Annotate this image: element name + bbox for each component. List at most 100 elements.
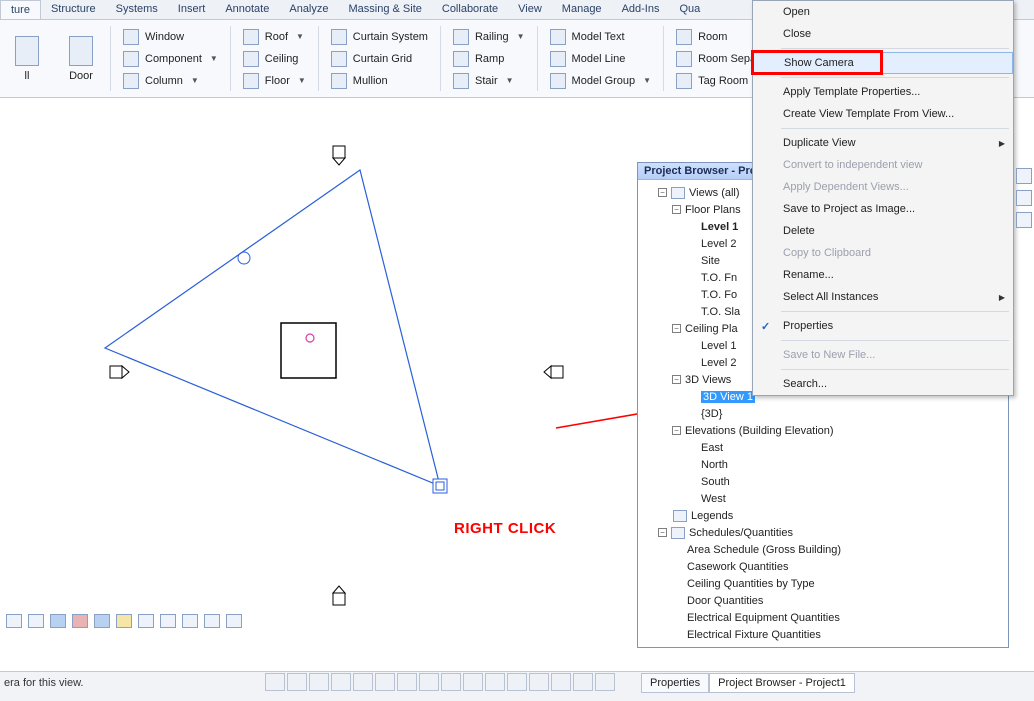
ribbon-icon [15,36,39,66]
tree-label: T.O. Fn [701,272,737,284]
panel-tab[interactable]: Properties [641,673,709,693]
menu-item[interactable]: Show Camera [753,52,1013,74]
tree-node[interactable]: Electrical Equipment Quantities [644,609,1004,626]
tree-label: Schedules/Quantities [689,527,793,539]
ribbon-tab[interactable]: Annotate [215,0,279,19]
ribbon-button[interactable]: Ramp [449,48,529,70]
dropdown-icon: ▼ [517,32,525,41]
menu-item[interactable]: Select All Instances▶ [753,286,1013,308]
tree-label: Legends [691,510,733,522]
ribbon-button[interactable]: Floor▼ [239,70,310,92]
menu-item: Apply Dependent Views... [753,176,1013,198]
ribbon-icon [123,29,139,45]
tree-node[interactable]: {3D} [644,405,1004,422]
tree-label: Elevations (Building Elevation) [685,425,834,437]
tree-node[interactable]: East [644,439,1004,456]
menu-item[interactable]: Create View Template From View... [753,103,1013,125]
ribbon-button[interactable]: Column▼ [119,70,222,92]
dropdown-icon: ▼ [298,76,306,85]
tree-node[interactable]: North [644,456,1004,473]
ribbon-icon [331,29,347,45]
tree-twisty-icon[interactable]: − [672,426,681,435]
tree-twisty-icon[interactable]: − [658,528,667,537]
menu-item[interactable]: Duplicate View▶ [753,132,1013,154]
menu-item-label: Save to Project as Image... [783,203,915,215]
ribbon-button[interactable]: Window [119,26,222,48]
tree-label: South [701,476,730,488]
ribbon-tab[interactable]: View [508,0,552,19]
tree-label: Level 2 [701,357,736,369]
menu-item-label: Rename... [783,269,834,281]
ribbon-tab[interactable]: Manage [552,0,612,19]
ribbon-icon [676,29,692,45]
tree-node[interactable]: Door Quantities [644,592,1004,609]
tree-label: North [701,459,728,471]
ribbon-icon [676,51,692,67]
ribbon-tab[interactable]: Collaborate [432,0,508,19]
panel-tab[interactable]: Project Browser - Project1 [709,673,855,693]
menu-item-label: Open [783,6,810,18]
menu-item[interactable]: Close [753,23,1013,45]
ribbon-button[interactable]: Stair▼ [449,70,529,92]
tree-label: Level 1 [701,340,736,352]
ribbon-button[interactable]: Model Group▼ [546,70,656,92]
ribbon-tab[interactable]: Systems [106,0,168,19]
view-control-bar[interactable] [6,614,242,628]
tree-label: Level 1 [701,221,738,233]
ribbon-button[interactable]: Mullion [327,70,432,92]
menu-item[interactable]: ✓Properties [753,315,1013,337]
check-icon: ✓ [761,320,770,333]
tree-label: Ceiling Quantities by Type [687,578,815,590]
context-menu[interactable]: Open Close Show Camera Apply Template Prope… [752,0,1014,396]
ribbon-button[interactable]: Roof▼ [239,26,310,48]
tree-label: 3D Views [685,374,731,386]
tree-node[interactable]: Casework Quantities [644,558,1004,575]
tree-node[interactable]: Legends [644,507,1004,524]
ribbon-tab[interactable]: Insert [168,0,216,19]
menu-item[interactable]: Open [753,1,1013,23]
tree-twisty-icon[interactable]: − [672,324,681,333]
dropdown-icon: ▼ [296,32,304,41]
tree-node[interactable]: −Elevations (Building Elevation) [644,422,1004,439]
status-icons[interactable] [265,673,615,691]
tree-twisty-icon[interactable]: − [658,188,667,197]
ribbon-big-button[interactable]: Door [54,20,108,97]
ribbon-button[interactable]: Model Line [546,48,656,70]
tree-node[interactable]: Area Schedule (Gross Building) [644,541,1004,558]
tree-node[interactable]: West [644,490,1004,507]
tree-label: {3D} [701,408,722,420]
dropdown-icon: ▼ [210,54,218,63]
annotation-right-click: RIGHT CLICK [454,520,556,537]
submenu-arrow-icon: ▶ [999,293,1005,302]
ribbon-button[interactable]: Railing▼ [449,26,529,48]
ribbon-tab[interactable]: Analyze [279,0,338,19]
ribbon-button[interactable]: Ceiling [239,48,310,70]
menu-item-label: Delete [783,225,815,237]
ribbon-button[interactable]: Component▼ [119,48,222,70]
ribbon-icon [123,51,139,67]
ribbon-tab[interactable]: Add-Ins [612,0,670,19]
menu-item[interactable]: Delete [753,220,1013,242]
menu-item[interactable]: Rename... [753,264,1013,286]
tree-node[interactable]: − Schedules/Quantities [644,524,1004,541]
ribbon-button[interactable]: Model Text [546,26,656,48]
ribbon-tab[interactable]: Massing & Site [339,0,432,19]
tree-twisty-icon[interactable]: − [672,205,681,214]
ribbon-button[interactable]: Curtain System [327,26,432,48]
ribbon-icon [243,73,259,89]
tree-node[interactable]: Ceiling Quantities by Type [644,575,1004,592]
menu-item[interactable]: Apply Template Properties... [753,81,1013,103]
menu-item[interactable]: Save to Project as Image... [753,198,1013,220]
ribbon-big-button[interactable]: ll [0,20,54,97]
tree-twisty-icon[interactable]: − [672,375,681,384]
tree-label: Electrical Equipment Quantities [687,612,840,624]
tree-node[interactable]: South [644,473,1004,490]
menu-item[interactable]: Search... [753,373,1013,395]
ribbon-icon [550,29,566,45]
ribbon-button[interactable]: Curtain Grid [327,48,432,70]
ribbon-tab[interactable]: Qua [669,0,710,19]
ribbon-tab[interactable]: ture [0,0,41,19]
ribbon-tab[interactable]: Structure [41,0,106,19]
tree-icon [671,187,685,199]
right-side-bar[interactable] [1014,162,1034,282]
